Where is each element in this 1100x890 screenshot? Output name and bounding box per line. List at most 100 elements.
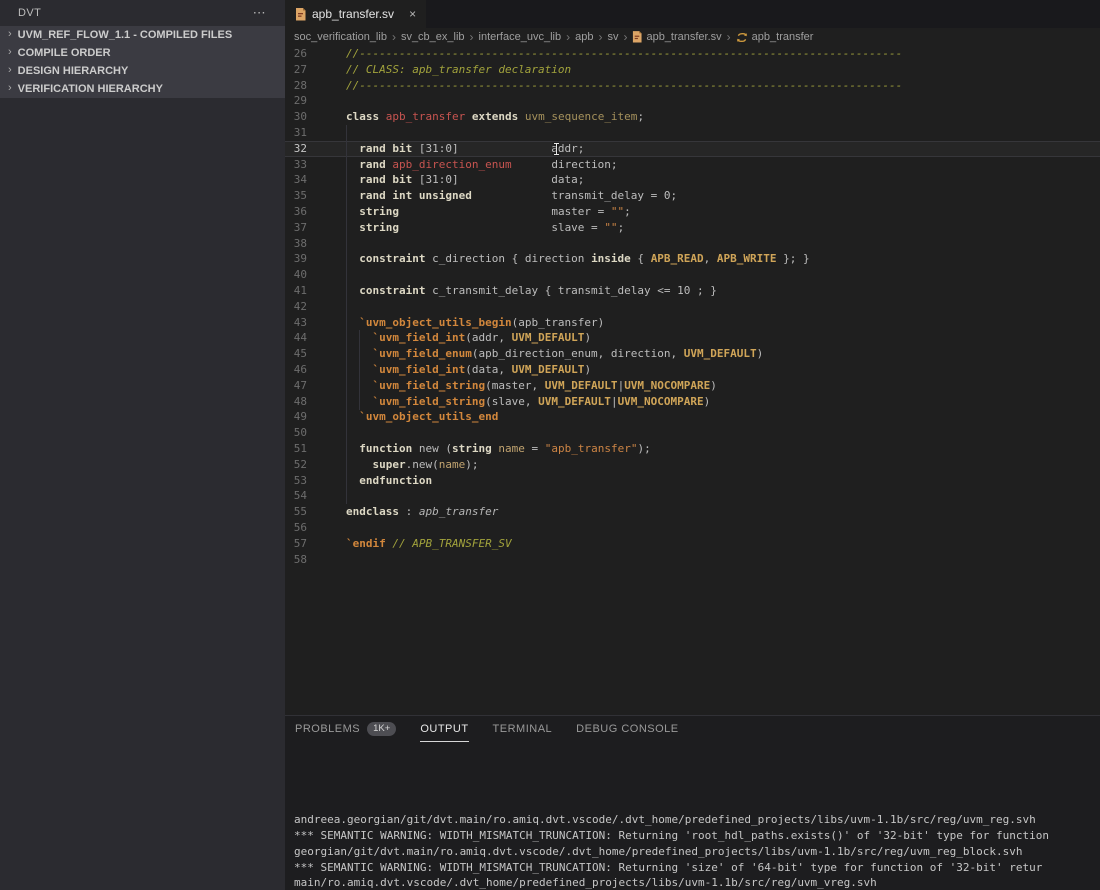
code-line[interactable]: 34 rand bit [31:0] data; xyxy=(285,172,1100,188)
code-line[interactable]: 35 rand int unsigned transmit_delay = 0; xyxy=(285,188,1100,204)
sidebar-title: DVT xyxy=(18,7,41,19)
code-line[interactable]: 51 function new (string name = "apb_tran… xyxy=(285,441,1100,457)
breadcrumb-separator: › xyxy=(566,30,570,44)
sidebar-item-design-hierarchy[interactable]: › DESIGN HIERARCHY xyxy=(0,62,285,80)
code-text: `endif // APB_TRANSFER_SV xyxy=(346,536,512,552)
line-number: 44 xyxy=(285,330,307,346)
sidebar-item-compile-order[interactable]: › COMPILE ORDER xyxy=(0,44,285,62)
output-log: *** SEMANTIC WARNING: WIDTH_MISMATCH_TRU… xyxy=(294,742,1100,890)
line-number: 53 xyxy=(285,473,307,489)
code-text: constraint c_transmit_delay { transmit_d… xyxy=(346,283,717,299)
line-number: 38 xyxy=(285,236,307,252)
tab-debug-console[interactable]: DEBUG CONSOLE xyxy=(576,716,678,742)
breadcrumb-item[interactable]: sv_cb_ex_lib xyxy=(401,31,465,43)
line-number: 51 xyxy=(285,441,307,457)
code-line[interactable]: 56 xyxy=(285,520,1100,536)
code-line[interactable]: 55endclass : apb_transfer xyxy=(285,504,1100,520)
breadcrumb-item[interactable]: interface_uvc_lib xyxy=(479,31,562,43)
line-number: 56 xyxy=(285,520,307,536)
code-line[interactable]: 42 xyxy=(285,299,1100,315)
close-icon[interactable]: × xyxy=(409,7,416,21)
code-text: `uvm_field_int(data, UVM_DEFAULT) xyxy=(346,362,591,378)
text-cursor-pointer xyxy=(553,143,560,155)
code-line[interactable]: 44 `uvm_field_int(addr, UVM_DEFAULT) xyxy=(285,330,1100,346)
code-text: `uvm_object_utils_end xyxy=(346,409,498,425)
code-line[interactable]: 46 `uvm_field_int(data, UVM_DEFAULT) xyxy=(285,362,1100,378)
breadcrumb-label: apb_transfer.sv xyxy=(646,31,721,43)
code-line[interactable]: 27 // CLASS: apb_transfer declaration xyxy=(285,62,1100,78)
code-text: string slave = ""; xyxy=(346,220,624,236)
code-line[interactable]: 28 //------------------------------------… xyxy=(285,78,1100,94)
breadcrumb-item[interactable]: soc_verification_lib xyxy=(294,31,387,43)
tab-output[interactable]: OUTPUT xyxy=(420,716,468,742)
code-line[interactable]: 31 xyxy=(285,125,1100,141)
code-text: `uvm_field_enum(apb_direction_enum, dire… xyxy=(346,346,763,362)
line-number: 52 xyxy=(285,457,307,473)
chevron-right-icon: › xyxy=(8,64,12,76)
code-line[interactable]: 36 string master = ""; xyxy=(285,204,1100,220)
breadcrumb-separator: › xyxy=(392,30,396,44)
problems-count-badge: 1K+ xyxy=(367,722,396,736)
line-number: 30 xyxy=(285,109,307,125)
sidebar-item-compiled-files[interactable]: › UVM_REF_FLOW_1.1 - COMPILED FILES xyxy=(0,26,285,44)
code-line[interactable]: 30 class apb_transfer extends uvm_sequenc… xyxy=(285,109,1100,125)
tree-item-label: COMPILE ORDER xyxy=(18,47,111,59)
line-number: 26 xyxy=(285,46,307,62)
code-text: rand bit [31:0] data; xyxy=(346,172,584,188)
panel-tab-label: TERMINAL xyxy=(493,723,553,735)
code-line[interactable]: 48 `uvm_field_string(slave, UVM_DEFAULT|… xyxy=(285,394,1100,410)
line-number: 32 xyxy=(285,141,307,157)
code-line[interactable]: 41 constraint c_transmit_delay { transmi… xyxy=(285,283,1100,299)
breadcrumb-item[interactable]: sv xyxy=(607,31,618,43)
tab-apb-transfer[interactable]: apb_transfer.sv × xyxy=(285,0,426,28)
code-line[interactable]: 57`endif // APB_TRANSFER_SV xyxy=(285,536,1100,552)
code-line[interactable]: 54 xyxy=(285,488,1100,504)
panel-tab-label: DEBUG CONSOLE xyxy=(576,723,678,735)
code-line[interactable]: 47 `uvm_field_string(master, UVM_DEFAULT… xyxy=(285,378,1100,394)
breadcrumb-item-file[interactable]: apb_transfer.sv xyxy=(632,31,721,43)
more-actions-icon[interactable]: ⋯ xyxy=(253,5,266,21)
line-number: 58 xyxy=(285,552,307,568)
chevron-right-icon: › xyxy=(8,46,12,58)
code-line[interactable]: 40 xyxy=(285,267,1100,283)
code-line[interactable]: 38 xyxy=(285,236,1100,252)
code-line[interactable]: 37 string slave = ""; xyxy=(285,220,1100,236)
bottom-panel: PROBLEMS 1K+ OUTPUT TERMINAL DEBUG CONSO… xyxy=(285,715,1100,890)
code-text: //--------------------------------------… xyxy=(346,78,902,94)
code-line[interactable]: 32 rand bit [31:0] addr; xyxy=(285,141,1100,157)
line-number: 28 xyxy=(285,78,307,94)
code-text: // CLASS: apb_transfer declaration xyxy=(346,62,571,78)
code-editor[interactable]: 26 //------------------------------------… xyxy=(285,46,1100,715)
line-number: 31 xyxy=(285,125,307,141)
code-line[interactable]: 33 rand apb_direction_enum direction; xyxy=(285,157,1100,173)
line-number: 27 xyxy=(285,62,307,78)
code-line[interactable]: 52 super.new(name); xyxy=(285,457,1100,473)
line-number: 47 xyxy=(285,378,307,394)
tab-problems[interactable]: PROBLEMS 1K+ xyxy=(295,716,396,742)
code-line[interactable]: 53 endfunction xyxy=(285,473,1100,489)
code-line[interactable]: 29 xyxy=(285,93,1100,109)
code-line[interactable]: 50 xyxy=(285,425,1100,441)
code-line[interactable]: 45 `uvm_field_enum(apb_direction_enum, d… xyxy=(285,346,1100,362)
tab-terminal[interactable]: TERMINAL xyxy=(493,716,553,742)
code-line[interactable]: 49 `uvm_object_utils_end xyxy=(285,409,1100,425)
code-text: `uvm_field_string(master, UVM_DEFAULT|UV… xyxy=(346,378,717,394)
code-line[interactable]: 26 //------------------------------------… xyxy=(285,46,1100,62)
code-text: //--------------------------------------… xyxy=(346,46,902,62)
code-text: `uvm_field_string(slave, UVM_DEFAULT|UVM… xyxy=(346,394,710,410)
breadcrumb-item[interactable]: apb xyxy=(575,31,593,43)
output-lines: andreea.georgian/git/dvt.main/ro.amiq.dv… xyxy=(294,812,1100,890)
tab-bar: apb_transfer.sv × xyxy=(285,0,1100,28)
sidebar-item-verification-hierarchy[interactable]: › VERIFICATION HIERARCHY xyxy=(0,80,285,98)
code-line[interactable]: 43 `uvm_object_utils_begin(apb_transfer) xyxy=(285,315,1100,331)
breadcrumb-separator: › xyxy=(727,30,731,44)
line-number: 29 xyxy=(285,93,307,109)
tree-item-label: VERIFICATION HIERARCHY xyxy=(18,83,163,95)
line-number: 45 xyxy=(285,346,307,362)
code-line[interactable]: 39 constraint c_direction { direction in… xyxy=(285,251,1100,267)
code-line[interactable]: 58 xyxy=(285,552,1100,568)
code-text: class apb_transfer extends uvm_sequence_… xyxy=(346,109,644,125)
code-text: endclass : apb_transfer xyxy=(346,504,498,520)
panel-tab-bar: PROBLEMS 1K+ OUTPUT TERMINAL DEBUG CONSO… xyxy=(285,716,1100,742)
breadcrumb-item-class[interactable]: apb_transfer xyxy=(736,31,814,43)
